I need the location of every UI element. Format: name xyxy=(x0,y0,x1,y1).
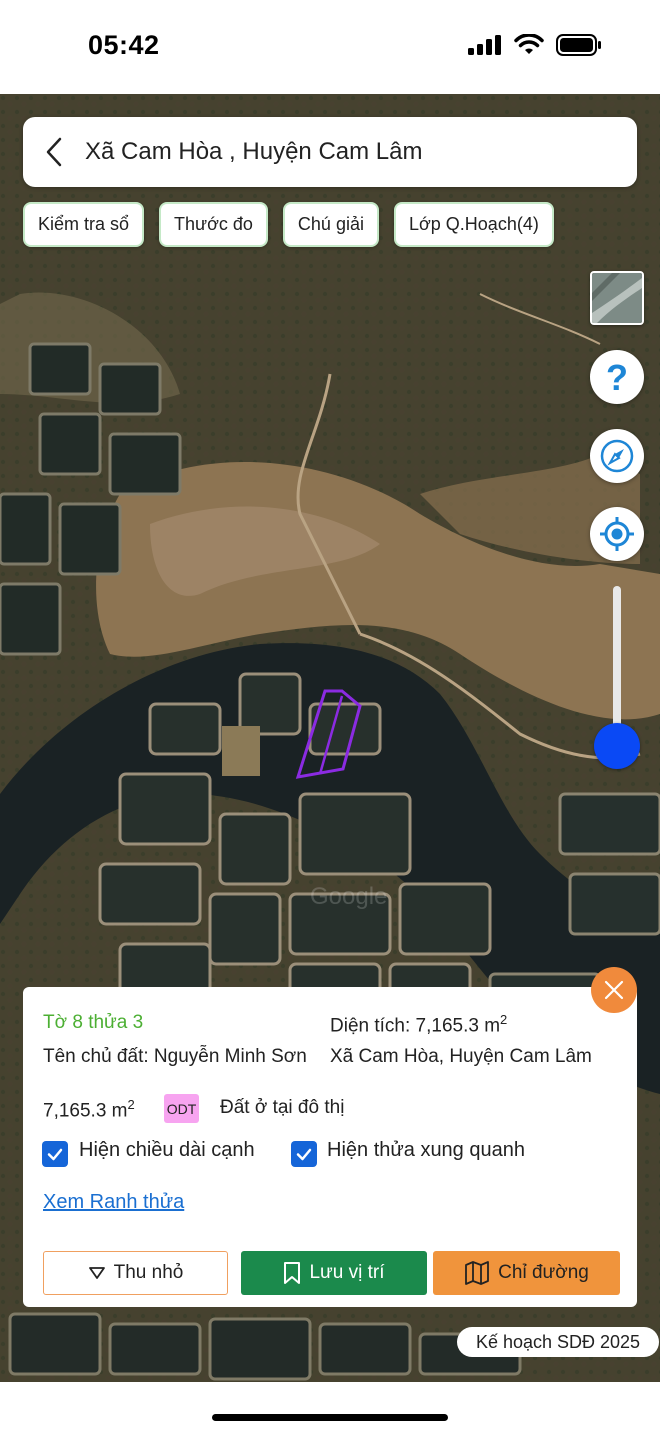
location-search-bar[interactable]: Xã Cam Hòa , Huyện Cam Lâm xyxy=(23,117,637,187)
parcel-owner: Tên chủ đất: Nguyễn Minh Sơn xyxy=(43,1046,307,1067)
help-button[interactable]: ? xyxy=(590,350,644,404)
view-boundary-link[interactable]: Xem Ranh thửa xyxy=(43,1191,184,1214)
directions-label: Chỉ đường xyxy=(498,1262,589,1283)
map-icon xyxy=(465,1261,490,1285)
save-location-label: Lưu vị trí xyxy=(309,1262,385,1283)
parcel-area-unit-sup: 2 xyxy=(500,1012,508,1027)
my-location-button[interactable] xyxy=(590,507,644,561)
chip-legend[interactable]: Chú giải xyxy=(282,202,379,247)
directions-button[interactable]: Chỉ đường xyxy=(433,1251,620,1295)
land-code-badge: ODT xyxy=(164,1094,199,1123)
compass-button[interactable] xyxy=(590,429,644,483)
triangle-down-icon xyxy=(88,1267,105,1279)
zoom-slider-track[interactable] xyxy=(613,586,621,746)
land-area-unit-sup: 2 xyxy=(127,1097,135,1112)
question-mark-icon: ? xyxy=(606,358,628,396)
svg-text:?: ? xyxy=(606,358,628,396)
battery-icon xyxy=(556,34,601,56)
surrounding-parcels-checkbox[interactable] xyxy=(291,1141,317,1167)
my-location-icon xyxy=(600,517,634,551)
parcel-address: Xã Cam Hòa, Huyện Cam Lâm xyxy=(330,1046,592,1067)
parcel-area: Diện tích: 7,165.3 m2 xyxy=(330,1012,507,1037)
bookmark-icon xyxy=(284,1262,301,1284)
land-use-plan-badge[interactable]: Kế hoạch SDĐ 2025 xyxy=(457,1327,659,1357)
home-indicator[interactable] xyxy=(212,1414,448,1421)
shrink-button[interactable]: Thu nhỏ xyxy=(43,1251,228,1295)
map-layer-button[interactable] xyxy=(590,271,644,325)
location-title: Xã Cam Hòa , Huyện Cam Lâm xyxy=(85,138,423,165)
checkmark-icon xyxy=(296,1148,312,1161)
save-location-button[interactable]: Lưu vị trí xyxy=(241,1251,427,1295)
close-icon xyxy=(604,980,624,1000)
surrounding-parcels-label[interactable]: Hiện thửa xung quanh xyxy=(327,1139,525,1162)
status-time: 05:42 xyxy=(88,30,160,60)
map-watermark: Google xyxy=(310,883,387,910)
land-area: 7,165.3 m2 xyxy=(43,1097,135,1122)
zoom-slider-knob[interactable] xyxy=(594,723,640,769)
home-area xyxy=(0,1382,660,1434)
edge-length-checkbox[interactable] xyxy=(42,1141,68,1167)
parcel-id: Tờ 8 thửa 3 xyxy=(43,1012,144,1033)
shrink-button-label: Thu nhỏ xyxy=(113,1262,184,1283)
cellular-signal-icon xyxy=(468,35,501,55)
parcel-area-label: Diện tích: 7,165.3 m xyxy=(330,1015,501,1037)
status-icons xyxy=(468,34,602,56)
status-bar: 05:42 xyxy=(0,0,660,94)
tool-chip-row: Kiểm tra sổ Thước đo Chú giải Lớp Q.Hoạc… xyxy=(23,202,554,247)
checkmark-icon xyxy=(47,1148,63,1161)
chevron-left-icon xyxy=(46,137,62,167)
land-area-value: 7,165.3 m xyxy=(43,1100,128,1122)
chip-check-book[interactable]: Kiểm tra sổ xyxy=(23,202,145,247)
back-button[interactable] xyxy=(23,117,85,187)
satellite-layer-icon xyxy=(592,273,642,323)
wifi-icon xyxy=(514,34,544,54)
land-type: Đất ở tại đô thị xyxy=(220,1097,345,1118)
compass-icon xyxy=(600,439,634,473)
chip-planning-layers[interactable]: Lớp Q.Hoạch(4) xyxy=(393,202,554,247)
close-panel-button[interactable] xyxy=(591,967,637,1013)
edge-length-label[interactable]: Hiện chiều dài cạnh xyxy=(79,1139,255,1162)
chip-ruler[interactable]: Thước đo xyxy=(159,202,268,247)
